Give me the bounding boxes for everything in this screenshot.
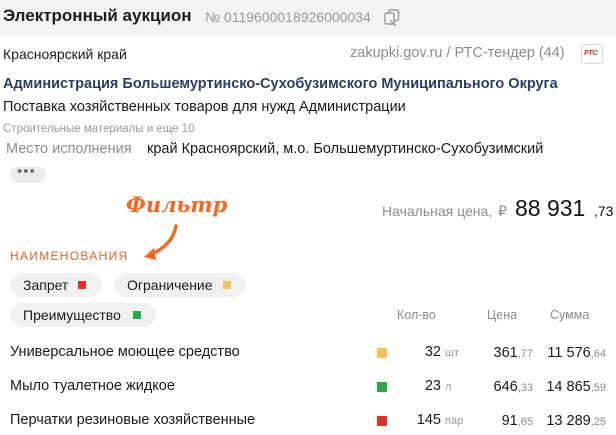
- copy-icon[interactable]: [384, 9, 400, 27]
- item-qty: 145: [416, 412, 441, 428]
- item-price-dec: ,77: [517, 348, 533, 360]
- item-unit: л: [445, 381, 452, 393]
- item-price-int: 361: [493, 345, 518, 361]
- item-sum-int: 11 576: [547, 345, 591, 361]
- item-price: 91,65: [502, 412, 533, 430]
- green-square-icon: [133, 311, 141, 319]
- item-name: Перчатки резиновые хозяйственные: [10, 412, 256, 428]
- yellow-square-icon: [377, 348, 387, 358]
- more-dots-icon: •••: [17, 163, 36, 180]
- more-button[interactable]: •••: [10, 163, 46, 183]
- item-sum-dec: ,64: [590, 348, 606, 360]
- customer-organization-link[interactable]: Администрация Большемуртинско-Сухобузимс…: [3, 76, 558, 92]
- item-price-dec: ,33: [517, 382, 533, 394]
- filter-chip-label: Преимущество: [23, 307, 121, 323]
- table-row[interactable]: Универсальное моющее средство 32 шт 361,…: [0, 337, 616, 367]
- place-label: Место исполнения: [6, 141, 132, 157]
- start-price-kopecks: ,73: [594, 203, 614, 219]
- item-name: Мыло туалетное жидкое: [10, 378, 175, 394]
- filter-annotation: Фильтр: [126, 192, 228, 217]
- item-sum-int: 13 289: [546, 413, 591, 429]
- filter-chip-advantage[interactable]: Преимущество: [10, 303, 156, 327]
- yellow-square-icon: [223, 281, 231, 289]
- categories[interactable]: Строительные материалы и еще 10: [3, 123, 195, 135]
- column-header-qty: Кол-во: [397, 308, 436, 322]
- table-row[interactable]: Перчатки резиновые хозяйственные 145 пар…: [0, 405, 616, 435]
- rts-logo-text: РТС: [584, 50, 598, 57]
- column-header-price: Цена: [487, 308, 518, 322]
- item-unit: шт: [445, 347, 459, 359]
- annotation-arrow-icon: [144, 224, 178, 260]
- items-section-title: НАИМЕНОВАНИЯ: [10, 249, 129, 263]
- filter-chip-restriction[interactable]: Ограничение: [114, 273, 246, 297]
- item-qty: 32: [424, 344, 441, 360]
- procedure-number[interactable]: № 0119600018926000034: [205, 9, 371, 25]
- item-sum-dec: ,59: [590, 382, 606, 394]
- green-square-icon: [377, 382, 387, 392]
- red-square-icon: [377, 416, 387, 426]
- start-price-label: Начальная цена,: [382, 203, 493, 219]
- item-price: 361,77: [494, 344, 534, 362]
- item-price: 646,33: [494, 378, 534, 396]
- procedure-type-title: Электронный аукцион: [3, 6, 192, 25]
- filter-chip-prohibition[interactable]: Запрет: [10, 273, 102, 297]
- red-square-icon: [78, 281, 86, 289]
- item-price-int: 91: [501, 413, 518, 429]
- rts-logo: РТС: [581, 44, 603, 64]
- start-price-value: 88 931: [515, 195, 586, 221]
- currency-sign: ₽: [498, 203, 507, 219]
- item-sum-int: 14 865: [546, 379, 591, 395]
- page-header: Электронный аукцион № 011960001892600003…: [0, 0, 616, 36]
- column-header-sum: Сумма: [550, 308, 590, 322]
- filter-chip-label: Ограничение: [127, 277, 213, 293]
- item-sum: 11 576,64: [547, 344, 606, 362]
- item-price-dec: ,65: [517, 416, 533, 428]
- item-sum: 13 289,25: [546, 412, 606, 430]
- place-value: край Красноярский, м.о. Большемуртинско-…: [147, 141, 544, 157]
- table-row[interactable]: Мыло туалетное жидкое 23 л 646,33 14 865…: [0, 371, 616, 401]
- item-qty: 23: [424, 378, 441, 394]
- filter-chip-label: Запрет: [23, 277, 69, 293]
- item-price-int: 646: [493, 379, 518, 395]
- item-sum-dec: ,25: [590, 416, 606, 428]
- source-link[interactable]: zakupki.gov.ru / РТС-тендер (44): [350, 45, 565, 61]
- purchase-subject: Поставка хозяйственных товаров для нужд …: [3, 99, 406, 115]
- region: Красноярский край: [3, 46, 127, 62]
- item-name: Универсальное моющее средство: [10, 344, 240, 360]
- item-sum: 14 865,59: [546, 378, 606, 396]
- item-unit: пар: [445, 415, 464, 427]
